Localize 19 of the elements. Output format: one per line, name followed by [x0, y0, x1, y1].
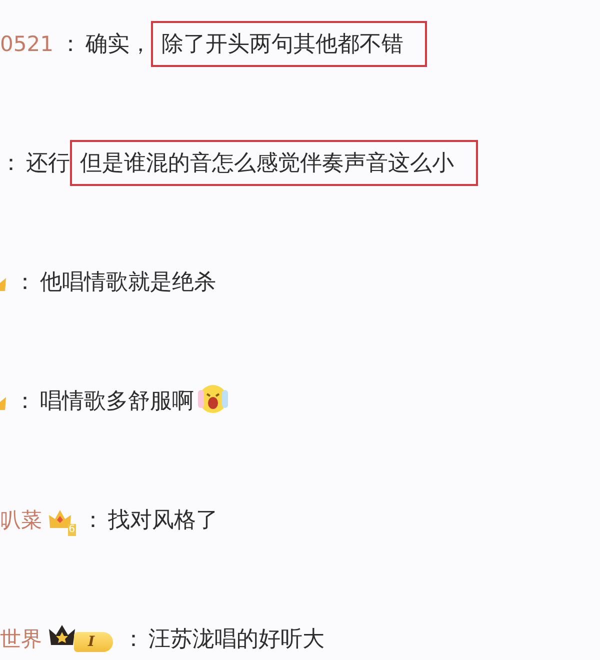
colon-separator: ： — [14, 388, 36, 416]
comment-text: 汪苏泷唱的好听大 — [148, 626, 325, 654]
comment-text: 唱情歌多舒服啊 — [40, 388, 194, 416]
colon-separator: ： — [14, 269, 36, 297]
username[interactable]: 叭菜 — [0, 506, 42, 534]
comment-text: 他唱情歌就是绝杀 — [40, 269, 216, 297]
colon-separator: ： — [0, 150, 22, 178]
level-number: 6 — [68, 524, 76, 536]
comment-text: 确实， — [85, 31, 152, 59]
level-badge: I — [74, 632, 113, 652]
comment-text: 找对风格了 — [108, 507, 218, 535]
comment-text: 还行 — [26, 150, 70, 178]
username[interactable]: 世界 — [0, 625, 42, 653]
colon-separator: ： — [82, 507, 104, 535]
colon-separator: ： — [122, 626, 145, 654]
colon-separator: ： — [59, 31, 82, 59]
highlighted-comment-text: 但是谁混的音怎么感觉伴奏声音这么小 — [70, 140, 478, 186]
highlighted-comment-text: 除了开头两句其他都不错 — [151, 21, 428, 67]
username[interactable]: 0521 — [0, 32, 54, 56]
